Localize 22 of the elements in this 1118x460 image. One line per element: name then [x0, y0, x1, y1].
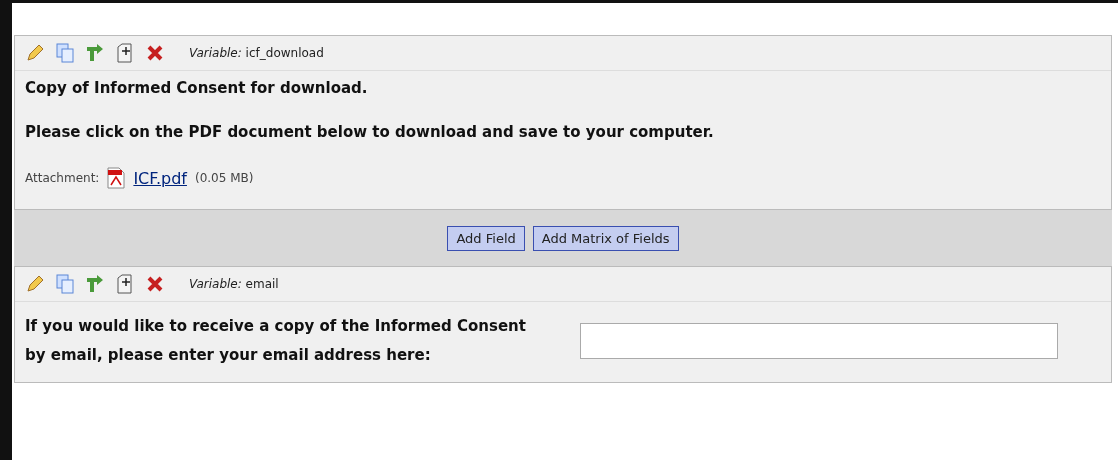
- copy-icon[interactable]: [55, 274, 75, 294]
- pencil-icon[interactable]: [25, 274, 45, 294]
- file-size: (0.05 MB): [194, 171, 254, 185]
- pdf-icon: [107, 167, 126, 189]
- field-label: If you would like to receive a copy of the Informed Consent by email, please enter your email address here:: [25, 316, 527, 366]
- document-move-icon[interactable]: [115, 274, 135, 294]
- document-move-icon[interactable]: [115, 43, 135, 63]
- file-link[interactable]: ICF.pdf: [133, 168, 187, 188]
- variable-name: Variable: icf_download: [189, 46, 324, 60]
- email-field[interactable]: [580, 323, 1058, 359]
- field-text: Please click on the PDF document below to download and save to your computer.: [25, 123, 715, 141]
- pencil-icon[interactable]: [25, 43, 45, 63]
- attachment-label: Attachment:: [25, 171, 100, 185]
- copy-icon[interactable]: [55, 43, 75, 63]
- add-button[interactable]: Add Matrix of Fields: [532, 225, 679, 251]
- arrow-icon[interactable]: [85, 274, 105, 294]
- variable-name: Variable: email: [189, 277, 279, 291]
- add-button[interactable]: Add Field: [447, 225, 525, 251]
- field-text: Copy of Informed Consent for download.: [25, 79, 369, 97]
- delete-icon[interactable]: [145, 274, 165, 294]
- arrow-icon[interactable]: [85, 43, 105, 63]
- delete-icon[interactable]: [145, 43, 165, 63]
